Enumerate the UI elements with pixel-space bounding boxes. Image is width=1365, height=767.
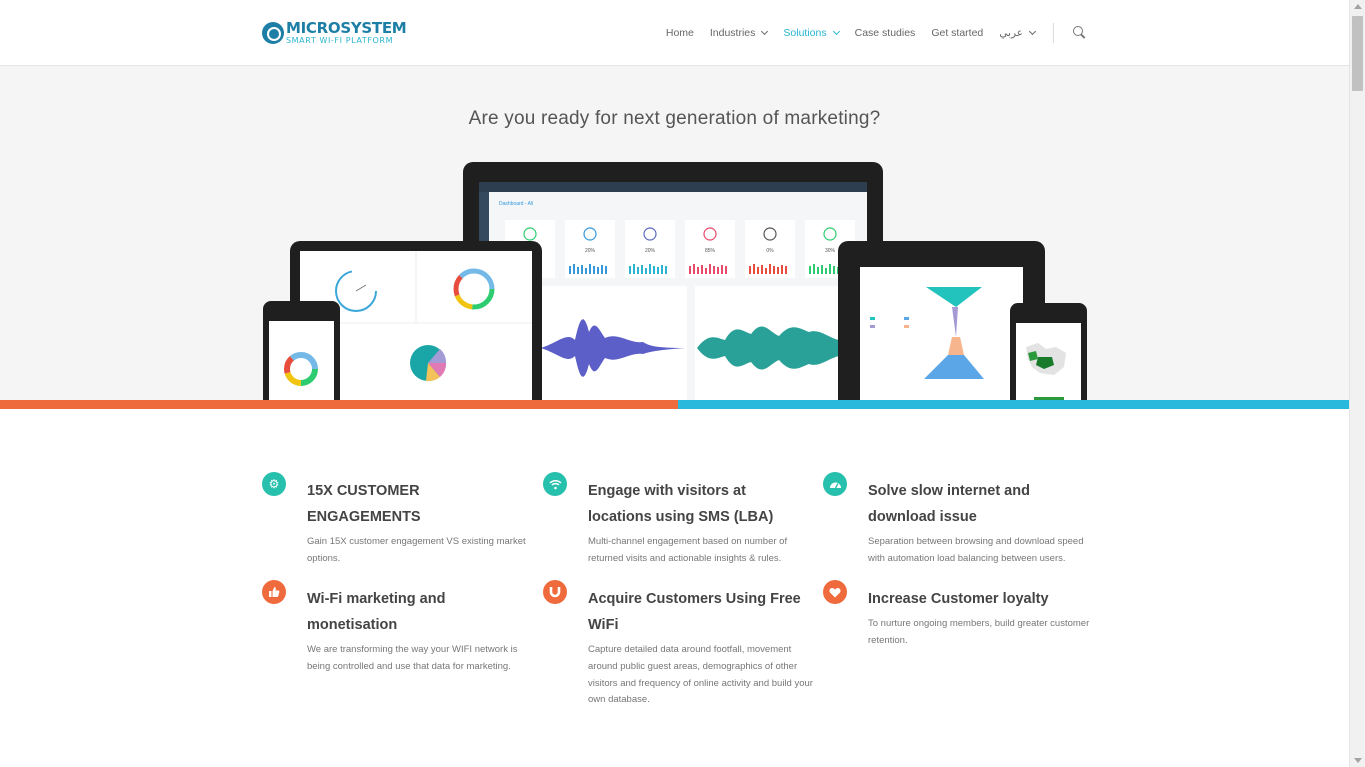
chevron-down-icon (832, 27, 840, 36)
brand-tagline: SMART WI-FI PLATFORM (286, 36, 394, 45)
phone-right-mockup (1010, 303, 1087, 400)
feature-description: Gain 15X customer engagement VS existing… (307, 536, 526, 564)
donut-illustration (269, 321, 334, 400)
heart-icon (823, 580, 847, 604)
divider-stripe-blue (678, 400, 1349, 409)
wifi-icon (543, 472, 567, 496)
scrollbar-thumb[interactable] (1352, 16, 1363, 91)
map-illustration (1016, 323, 1081, 400)
feature-title: Engage with visitors at locations using … (588, 483, 774, 525)
search-icon[interactable] (1072, 26, 1086, 40)
nav-item-label: Solutions (783, 27, 827, 39)
scroll-down-arrow-icon[interactable] (1354, 758, 1362, 763)
feature-description: Multi-channel engagement based on number… (588, 536, 788, 564)
nav-item-label: Get started (931, 27, 984, 39)
phone-left-screenshot (269, 321, 334, 400)
feature-description: To nurture ongoing members, build greate… (868, 618, 1090, 646)
logo-mark-icon (262, 22, 284, 44)
page-scrollbar[interactable] (1349, 0, 1365, 767)
nav-item-home[interactable]: Home (666, 27, 694, 39)
feature-title: 15X CUSTOMER ENGAGEMENTS (307, 483, 421, 525)
logo-text: MICROSYSTEM SMART WI-FI PLATFORM (286, 19, 407, 45)
stat-value: 30% (825, 248, 836, 254)
magnet-icon (543, 580, 567, 604)
gears-icon: ⚙ (262, 472, 286, 496)
chevron-down-icon (761, 27, 769, 36)
stat-value: 20% (585, 248, 596, 254)
nav-item-case-studies[interactable]: Case studies (855, 27, 916, 39)
divider-stripe-orange (0, 400, 678, 409)
phone-right-screenshot (1016, 323, 1081, 400)
site-header: MICROSYSTEM SMART WI-FI PLATFORM Home In… (0, 0, 1349, 66)
nav-item-solutions[interactable]: Solutions (783, 27, 840, 39)
nav-item-industries[interactable]: Industries (709, 27, 769, 39)
feature-title: Acquire Customers Using Free WiFi (588, 591, 801, 633)
main-nav: Home Industries Solutions Case studies G… (650, 0, 1086, 66)
hero-section: Are you ready for next generation of mar… (0, 66, 1349, 400)
nav-item-language[interactable]: عربي (999, 27, 1037, 39)
hero-title: Are you ready for next generation of mar… (468, 108, 881, 129)
nav-divider (1053, 23, 1054, 43)
chevron-down-icon (1028, 27, 1037, 36)
funnel-illustration (860, 267, 1023, 400)
feature-title: Increase Customer loyalty (868, 591, 1049, 607)
nav-item-label: Case studies (854, 27, 916, 39)
nav-item-label: Home (665, 27, 694, 39)
stat-value: 85% (705, 248, 716, 254)
phone-left-mockup (263, 301, 340, 400)
feature-title: Wi-Fi marketing and monetisation (307, 591, 446, 633)
feature-description: Separation between browsing and download… (868, 536, 1084, 564)
tablet-right-screenshot (860, 267, 1023, 400)
feature-title: Solve slow internet and download issue (868, 483, 1030, 525)
speedometer-icon (823, 472, 847, 496)
dashboard-breadcrumb: Dashboard - All (499, 201, 533, 207)
stat-value: 0% (766, 248, 774, 254)
brand-logo[interactable]: MICROSYSTEM SMART WI-FI PLATFORM (262, 19, 407, 46)
thumbs-up-icon (262, 580, 286, 604)
scroll-up-arrow-icon[interactable] (1354, 4, 1362, 9)
feature-description: We are transforming the way your WIFI ne… (307, 644, 518, 672)
nav-item-label: عربي (999, 27, 1023, 39)
nav-item-get-started[interactable]: Get started (931, 27, 983, 39)
stat-value: 20% (645, 248, 656, 254)
nav-item-label: Industries (709, 27, 756, 39)
brand-name: MICROSYSTEM (286, 19, 407, 37)
feature-description: Capture detailed data around footfall, m… (588, 644, 813, 706)
